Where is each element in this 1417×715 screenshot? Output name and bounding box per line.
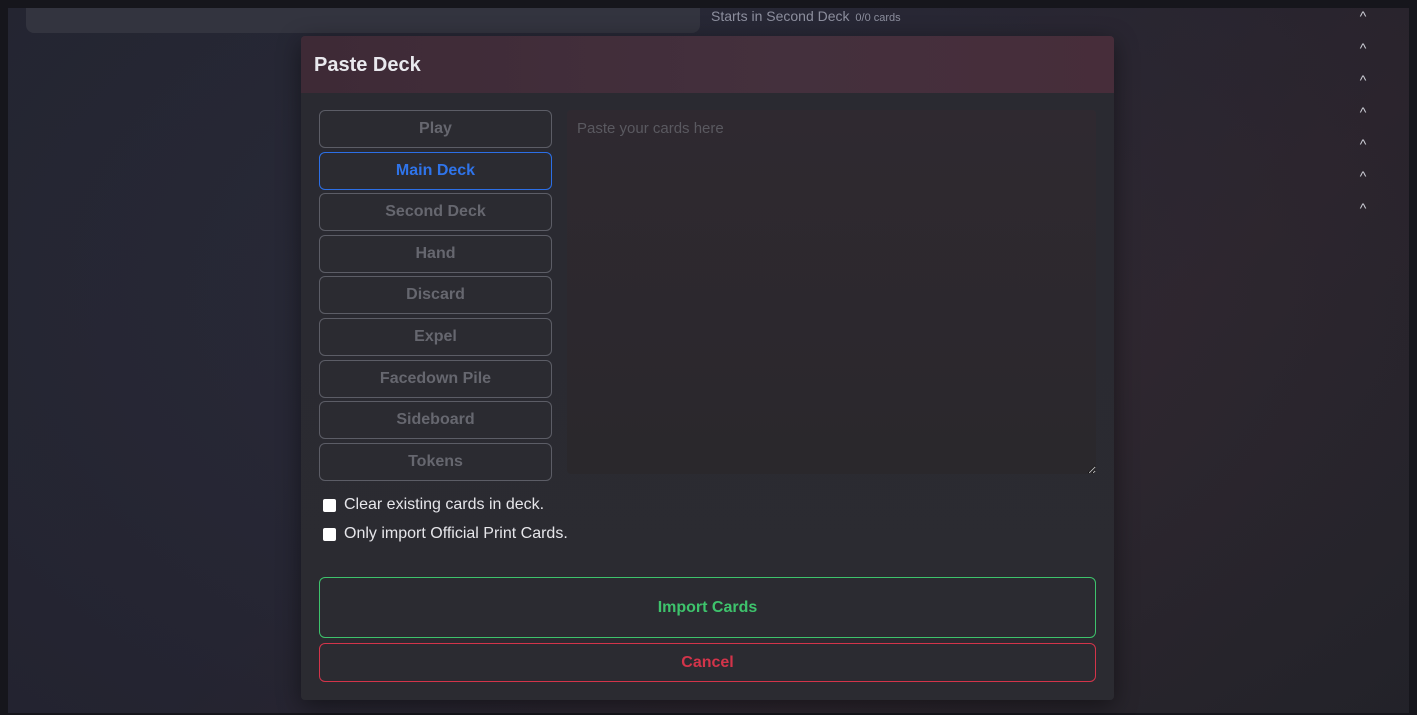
- modal-header: Paste Deck: [301, 36, 1114, 93]
- zone-button-expel[interactable]: Expel: [319, 317, 552, 356]
- chevron-up-icon[interactable]: ^: [1353, 104, 1373, 136]
- official-print-label: Only import Official Print Cards.: [344, 525, 568, 542]
- import-cards-button[interactable]: Import Cards: [319, 577, 1096, 638]
- deck-status-count: 0/0 cards: [855, 12, 901, 24]
- cancel-button[interactable]: Cancel: [319, 643, 1096, 682]
- modal-title: Paste Deck: [314, 54, 421, 76]
- zone-list: Play Main Deck Second Deck Hand Discard …: [319, 110, 552, 484]
- zone-button-sideboard[interactable]: Sideboard: [319, 401, 552, 440]
- official-print-option[interactable]: Only import Official Print Cards.: [323, 525, 568, 543]
- chevron-up-icon[interactable]: ^: [1353, 136, 1373, 168]
- deck-status-label: Starts in Second Deck: [711, 8, 850, 24]
- clear-existing-option[interactable]: Clear existing cards in deck.: [323, 496, 544, 514]
- chevron-up-icon[interactable]: ^: [1353, 8, 1373, 40]
- official-print-checkbox[interactable]: [323, 527, 336, 541]
- clear-existing-label: Clear existing cards in deck.: [344, 496, 545, 513]
- paste-cards-textarea[interactable]: [567, 110, 1096, 474]
- chevron-up-icon[interactable]: ^: [1353, 168, 1373, 200]
- chevron-up-icon[interactable]: ^: [1353, 200, 1373, 232]
- zone-button-main-deck[interactable]: Main Deck: [319, 151, 552, 190]
- collapse-chevron-list: ^ ^ ^ ^ ^ ^ ^: [1353, 8, 1373, 232]
- top-panel: [26, 8, 700, 33]
- deck-status: Starts in Second Deck 0/0 cards: [711, 8, 901, 24]
- paste-deck-modal: Paste Deck Play Main Deck Second Deck Ha…: [301, 36, 1114, 700]
- zone-button-second-deck[interactable]: Second Deck: [319, 193, 552, 232]
- chevron-up-icon[interactable]: ^: [1353, 40, 1373, 72]
- chevron-up-icon[interactable]: ^: [1353, 72, 1373, 104]
- clear-existing-checkbox[interactable]: [323, 498, 336, 512]
- zone-button-discard[interactable]: Discard: [319, 276, 552, 315]
- zone-button-tokens[interactable]: Tokens: [319, 442, 552, 481]
- zone-button-facedown-pile[interactable]: Facedown Pile: [319, 359, 552, 398]
- zone-button-play[interactable]: Play: [319, 110, 552, 148]
- zone-button-hand[interactable]: Hand: [319, 234, 552, 273]
